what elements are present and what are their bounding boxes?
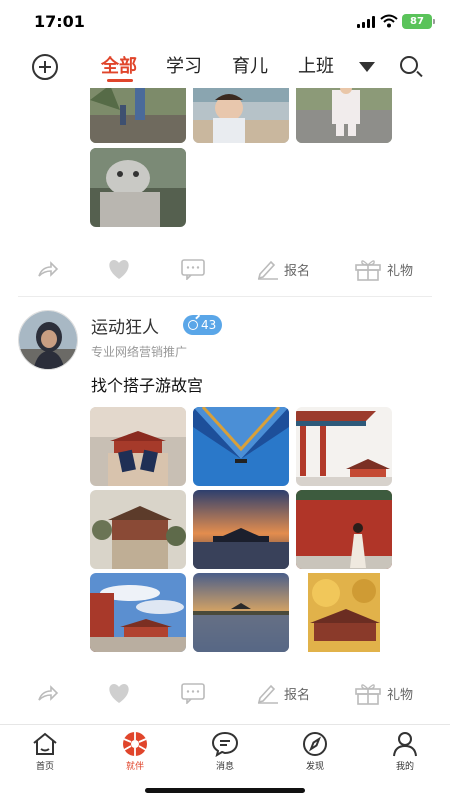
home-icon bbox=[33, 732, 57, 755]
comment-button[interactable] bbox=[180, 254, 206, 284]
age-label: 43 bbox=[201, 318, 217, 332]
more-tabs-icon[interactable] bbox=[359, 62, 375, 72]
post-photo[interactable] bbox=[90, 490, 186, 569]
tab-underline bbox=[107, 79, 133, 82]
signup-button[interactable]: 报名 bbox=[256, 678, 310, 708]
tab-study[interactable]: 学习 bbox=[166, 52, 202, 78]
comment-icon bbox=[181, 259, 205, 280]
male-icon bbox=[188, 320, 198, 330]
gift-icon bbox=[355, 260, 381, 281]
bottom-tab-discover[interactable]: 发现 bbox=[285, 731, 345, 772]
gift-button[interactable]: 礼物 bbox=[353, 678, 413, 708]
share-button[interactable] bbox=[36, 254, 60, 284]
status-time: 17:01 bbox=[34, 12, 85, 31]
signup-button[interactable]: 报名 bbox=[256, 254, 310, 284]
pencil-icon bbox=[257, 684, 278, 704]
bottom-tab-companion[interactable]: 就伴 bbox=[105, 731, 165, 772]
bottom-tab-messages[interactable]: 消息 bbox=[195, 731, 255, 772]
gift-label: 礼物 bbox=[387, 687, 414, 703]
aperture-icon bbox=[123, 732, 147, 756]
share-button[interactable] bbox=[36, 678, 60, 708]
bottom-tab-label: 消息 bbox=[215, 762, 234, 772]
post-divider bbox=[18, 296, 432, 297]
bottom-tab-profile[interactable]: 我的 bbox=[375, 731, 435, 772]
heart-icon bbox=[109, 684, 129, 703]
post-photo[interactable] bbox=[90, 148, 186, 227]
heart-icon bbox=[109, 260, 129, 279]
post-photo[interactable] bbox=[90, 407, 186, 486]
gender-age-badge: 43 bbox=[183, 315, 223, 335]
like-button[interactable] bbox=[106, 678, 132, 708]
post-photo[interactable] bbox=[193, 88, 289, 143]
tab-all[interactable]: 全部 bbox=[101, 52, 137, 78]
post-photo[interactable] bbox=[90, 573, 186, 652]
post-photo[interactable] bbox=[193, 573, 289, 652]
battery-level: 87 bbox=[410, 16, 424, 27]
tab-work[interactable]: 上班 bbox=[298, 52, 334, 78]
bottom-tab-label: 我的 bbox=[395, 762, 414, 772]
post-text: 找个搭子游故宫 bbox=[91, 376, 204, 395]
post-photo[interactable] bbox=[296, 490, 392, 569]
post-photo[interactable] bbox=[193, 490, 289, 569]
user-subtitle: 专业网络营销推广 bbox=[91, 345, 188, 359]
gift-label: 礼物 bbox=[387, 263, 414, 279]
gift-icon bbox=[355, 684, 381, 705]
home-indicator bbox=[145, 788, 305, 793]
bottom-tab-label: 首页 bbox=[35, 762, 54, 772]
status-bar: 17:01 87 bbox=[0, 0, 450, 44]
gift-button[interactable]: 礼物 bbox=[353, 254, 413, 284]
pencil-icon bbox=[257, 260, 278, 280]
profile-icon bbox=[393, 732, 417, 757]
post-actions: 报名 礼物 bbox=[0, 678, 450, 708]
search-icon[interactable] bbox=[400, 56, 418, 74]
bottom-tab-home[interactable]: 首页 bbox=[15, 731, 75, 772]
like-button[interactable] bbox=[106, 254, 132, 284]
post-photo[interactable] bbox=[296, 573, 392, 652]
signup-label: 报名 bbox=[284, 687, 311, 703]
share-icon bbox=[38, 685, 59, 701]
post-photo[interactable] bbox=[296, 88, 392, 143]
tab-parenting[interactable]: 育儿 bbox=[232, 52, 268, 78]
top-nav: 全部 学习 育儿 上班 bbox=[0, 44, 450, 88]
post-photo[interactable] bbox=[296, 407, 392, 486]
message-icon bbox=[211, 731, 239, 757]
feed: 报名 礼物 运动狂人 43 专业网络营销推广 找个搭子游故宫 报名 礼物 bbox=[0, 88, 450, 724]
compass-icon bbox=[303, 732, 327, 756]
wifi-icon bbox=[380, 14, 398, 28]
username[interactable]: 运动狂人 bbox=[91, 313, 159, 338]
share-icon bbox=[38, 261, 59, 277]
post-photo[interactable] bbox=[90, 88, 186, 143]
avatar[interactable] bbox=[18, 310, 78, 370]
signup-label: 报名 bbox=[284, 263, 311, 279]
post-actions: 报名 礼物 bbox=[0, 254, 450, 284]
battery-icon: 87 bbox=[402, 14, 435, 29]
bottom-tab-label: 发现 bbox=[305, 762, 324, 772]
bottom-tab-label: 就伴 bbox=[125, 762, 144, 772]
comment-icon bbox=[181, 683, 205, 704]
add-icon[interactable] bbox=[32, 54, 58, 80]
comment-button[interactable] bbox=[180, 678, 206, 708]
signal-icon bbox=[357, 16, 375, 28]
post-photo[interactable] bbox=[193, 407, 289, 486]
